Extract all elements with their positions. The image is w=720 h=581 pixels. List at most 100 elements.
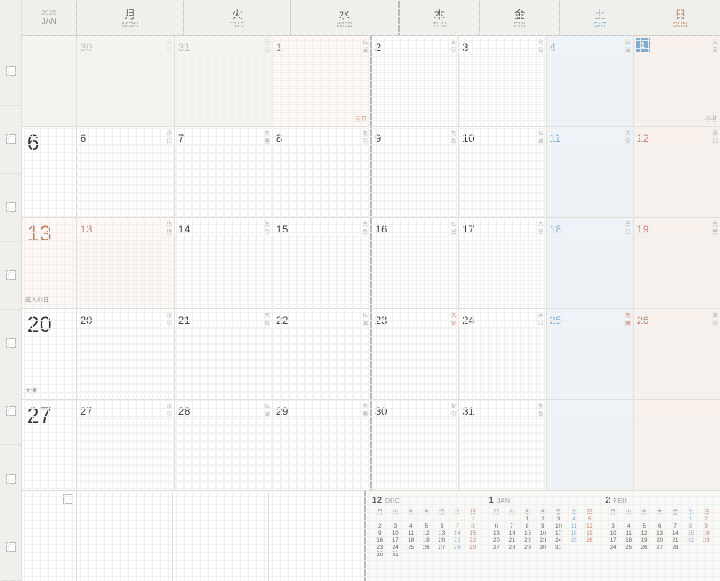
- day-cell-jan31[interactable]: 31 先負: [459, 400, 546, 490]
- day-cell-jan13[interactable]: 13 先勝: [77, 218, 175, 308]
- r1: 先: [264, 311, 270, 319]
- day-number: 2: [375, 42, 381, 54]
- checkbox[interactable]: [6, 542, 16, 552]
- holiday-name: 元日: [355, 114, 367, 123]
- day-cell-jan10[interactable]: 10 仏滅: [459, 127, 546, 217]
- day-number: 19: [637, 224, 649, 236]
- mini-cal-dec: 12 DEC 月火水木金土日 1 2345678 9101112131415 1…: [372, 495, 481, 577]
- r2: 滅: [451, 228, 457, 236]
- header-en-sat: SAT: [593, 22, 606, 29]
- r2: 口: [538, 319, 544, 327]
- r1: 友: [166, 402, 172, 410]
- day-number: 13: [80, 224, 92, 236]
- day-number: 8: [276, 133, 282, 145]
- week-right-4: 23 大安 24 赤口 25 先勝 26: [372, 309, 720, 399]
- day-cell-jan22[interactable]: 22 仏滅: [273, 309, 370, 399]
- day-cell-jan21[interactable]: 21 先負: [175, 309, 273, 399]
- week-number-display: 27: [27, 403, 51, 429]
- checkbox[interactable]: [6, 134, 16, 144]
- r1: 先: [362, 402, 368, 410]
- day-cell-jan27[interactable]: 27 友引: [77, 400, 175, 490]
- r2: 安: [538, 228, 544, 236]
- r1: 友: [451, 402, 457, 410]
- day-cell-jan9[interactable]: 9 先負: [372, 127, 459, 217]
- day-cell-empty-sat: [547, 400, 634, 490]
- r2: 口: [712, 137, 718, 145]
- mini-cal-feb-month: 2: [605, 495, 610, 505]
- mini-calendars-container: 12 DEC 月火水木金土日 1 2345678 9101112131415 1…: [366, 491, 720, 581]
- rokuyou2: 負: [538, 46, 544, 54]
- day-cell-jan3[interactable]: 3 先負: [459, 36, 546, 126]
- day-cell-dec30[interactable]: 30 友引: [77, 36, 175, 126]
- sidebar-row: [0, 38, 21, 106]
- rokuyou1: 先: [538, 38, 544, 46]
- r2: 滅: [362, 319, 368, 327]
- r2: 勝: [625, 319, 631, 327]
- day-cell-jan26[interactable]: 26 友引: [634, 309, 720, 399]
- day-cell-jan23[interactable]: 23 大安: [372, 309, 459, 399]
- day-cell-jan15[interactable]: 15 先負: [273, 218, 370, 308]
- checkbox[interactable]: [6, 66, 16, 76]
- r2: 滅: [264, 410, 270, 418]
- calendar-main: 2025 JAN 月 MON 火 TUE 水 WED: [22, 0, 720, 581]
- header-en-wed: WED: [336, 22, 352, 29]
- r2: 引: [362, 137, 368, 145]
- r2: 引: [451, 410, 457, 418]
- day-cell-jan29[interactable]: 29 先勝: [273, 400, 370, 490]
- checkbox[interactable]: [6, 474, 16, 484]
- week-num-2: 6: [22, 127, 77, 217]
- r1: 大: [451, 311, 457, 319]
- header-mon: 月 MON: [77, 0, 184, 35]
- header-en-tue: TUE: [230, 22, 244, 29]
- bottom-cell-1: [77, 491, 173, 581]
- mini-cal-jan-year: JAN: [497, 498, 510, 505]
- day-cell-jan25[interactable]: 25 先勝: [547, 309, 634, 399]
- bottom-row: 12 DEC 月火水木金土日 1 2345678 9101112131415 1…: [22, 491, 720, 581]
- day-cell-jan7[interactable]: 7 先勝: [175, 127, 273, 217]
- day-cell-jan2[interactable]: 2 友引: [372, 36, 459, 126]
- bottom-left: [22, 491, 366, 581]
- day-cell-jan8[interactable]: 8 友引: [273, 127, 370, 217]
- day-number: 26: [637, 315, 649, 327]
- mini-cal-feb-table: 月火水木金土日 12 3456789 10111213141516 171819…: [605, 507, 714, 551]
- day-cell-jan4[interactable]: 4 仏滅: [547, 36, 634, 126]
- day-cell-jan6[interactable]: 6 赤口: [77, 127, 175, 217]
- r1: 大: [625, 129, 631, 137]
- day-number: 25: [550, 315, 562, 327]
- r2: 滅: [538, 137, 544, 145]
- checkbox[interactable]: [6, 202, 16, 212]
- checkbox-bottom[interactable]: [63, 494, 73, 504]
- checkbox[interactable]: [6, 338, 16, 348]
- day-cell-jan19[interactable]: 19 先勝: [634, 218, 720, 308]
- mini-cal-dec-table: 月火水木金土日 1 2345678 9101112131415 16171819…: [372, 507, 481, 558]
- week-row-2: 6 6 赤口 7 先勝 8 友引: [22, 127, 720, 218]
- day-cell-jan28[interactable]: 28 仏滅: [175, 400, 273, 490]
- rokuyou2: 滅: [362, 46, 368, 54]
- checkbox[interactable]: [6, 406, 16, 416]
- header-fri: 金 FRI: [480, 0, 560, 35]
- checkbox[interactable]: [6, 270, 16, 280]
- day-cell-jan24[interactable]: 24 赤口: [459, 309, 546, 399]
- r1: 赤: [538, 311, 544, 319]
- week-num-4: 20 大寒: [22, 309, 77, 399]
- day-cell-jan1[interactable]: 1 仏滅 元日: [273, 36, 370, 126]
- week-right-3: 16 仏滅 17 大安 18 赤口 19: [372, 218, 720, 308]
- r2: 負: [451, 137, 457, 145]
- day-cell-jan30[interactable]: 30 友引: [372, 400, 459, 490]
- mini-cal-feb-header: 2 FEB: [605, 495, 714, 505]
- day-cell-jan16[interactable]: 16 仏滅: [372, 218, 459, 308]
- day-cell-empty-sun: [634, 400, 720, 490]
- day-cell-dec31[interactable]: 31 先負: [175, 36, 273, 126]
- r1: 友: [264, 220, 270, 228]
- r1: 仏: [362, 311, 368, 319]
- day-cell-jan11[interactable]: 11 大安: [547, 127, 634, 217]
- mini-cal-jan-month: 1: [489, 495, 494, 505]
- header-en-sun: SUN: [673, 22, 688, 29]
- day-cell-jan12[interactable]: 12 赤口: [634, 127, 720, 217]
- header-jp-mon: 月: [125, 6, 136, 22]
- day-cell-jan20[interactable]: 20 友引: [77, 309, 175, 399]
- day-cell-jan18[interactable]: 18 赤口: [547, 218, 634, 308]
- day-cell-jan5[interactable]: 5 大安 1 小暑: [634, 36, 720, 126]
- day-cell-jan14[interactable]: 14 友引: [175, 218, 273, 308]
- day-cell-jan17[interactable]: 17 大安: [459, 218, 546, 308]
